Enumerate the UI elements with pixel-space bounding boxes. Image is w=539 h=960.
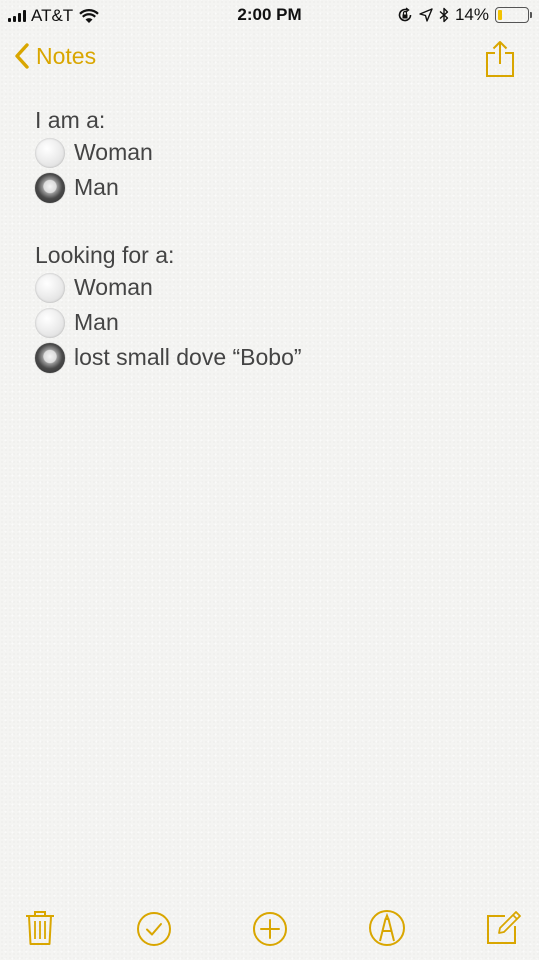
radio-unchecked-icon[interactable]: [35, 137, 65, 168]
markup-button[interactable]: [368, 909, 406, 952]
section-title-i-am: I am a:: [35, 107, 106, 133]
radio-checked-icon[interactable]: [35, 172, 65, 203]
battery-icon: [495, 7, 532, 23]
share-icon: [486, 41, 514, 77]
compose-icon: [487, 911, 521, 944]
status-bar-right: 14%: [397, 5, 532, 25]
checklist-icon: [137, 912, 171, 946]
add-button[interactable]: [252, 911, 288, 952]
location-icon: [419, 8, 433, 22]
section-title-looking-for: Looking for a:: [35, 242, 175, 268]
note-body[interactable]: I am a: Woman Man Looking for a: Woman M…: [35, 105, 515, 375]
add-icon: [253, 912, 287, 946]
chevron-left-icon: [15, 43, 29, 69]
share-button[interactable]: [485, 40, 515, 83]
delete-button[interactable]: [25, 910, 55, 951]
option-looking-man[interactable]: Man: [35, 305, 515, 340]
back-button[interactable]: Notes: [14, 42, 96, 70]
option-looking-dove[interactable]: lost small dove “Bobo”: [35, 340, 515, 375]
option-label: Man: [74, 174, 119, 200]
status-bar: AT&T 2:00 PM 14%: [0, 0, 539, 32]
radio-unchecked-icon[interactable]: [35, 307, 65, 338]
orientation-lock-icon: [398, 7, 412, 22]
option-label: Woman: [74, 139, 153, 165]
option-i-am-man[interactable]: Man: [35, 170, 515, 205]
compose-button[interactable]: [485, 908, 521, 951]
back-button-label: Notes: [36, 42, 97, 69]
battery-percentage: 14%: [454, 5, 489, 24]
option-label: lost small dove “Bobo”: [74, 344, 302, 370]
trash-icon: [26, 911, 54, 945]
bluetooth-icon: [439, 7, 449, 23]
markup-icon: [369, 910, 405, 946]
option-label: Man: [74, 309, 119, 335]
checklist-button[interactable]: [136, 911, 172, 952]
battery-level: [498, 10, 502, 20]
radio-checked-icon[interactable]: [35, 342, 65, 373]
option-i-am-woman[interactable]: Woman: [35, 135, 515, 170]
option-label: Woman: [74, 274, 153, 300]
option-looking-woman[interactable]: Woman: [35, 270, 515, 305]
radio-unchecked-icon[interactable]: [35, 272, 65, 303]
